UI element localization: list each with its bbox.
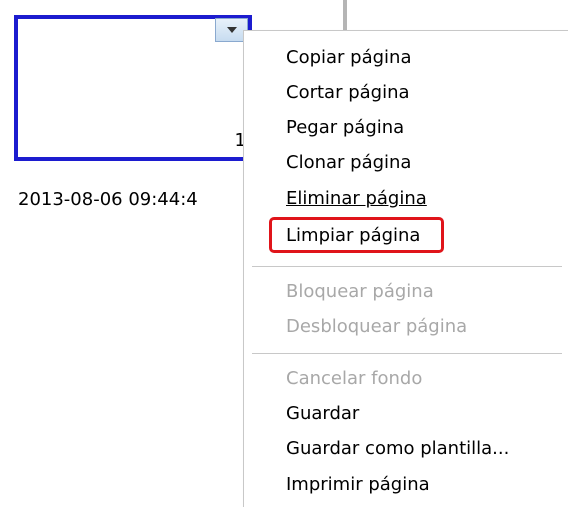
menu-item-cancel-background[interactable]: Cancelar fondo — [286, 368, 422, 390]
menu-item-paste-page[interactable]: Pegar página — [286, 117, 404, 139]
menu-item-lock-page[interactable]: Bloquear página — [286, 281, 434, 303]
highlight-box — [269, 217, 444, 253]
menu-item-print-page[interactable]: Imprimir página — [286, 474, 430, 496]
menu-item-cut-page[interactable]: Cortar página — [286, 82, 410, 104]
menu-separator — [252, 266, 562, 267]
chevron-down-icon — [227, 27, 237, 33]
menu-item-save-as-template[interactable]: Guardar como plantilla... — [286, 438, 509, 460]
menu-item-delete-page[interactable]: Eliminar página — [286, 188, 427, 210]
menu-separator — [252, 353, 562, 354]
page-timestamp: 2013-08-06 09:44:4 — [18, 189, 198, 210]
menu-item-unlock-page[interactable]: Desbloquear página — [286, 316, 467, 338]
context-menu: Copiar página Cortar página Pegar página… — [243, 30, 568, 507]
menu-item-copy-page[interactable]: Copiar página — [286, 47, 411, 69]
menu-item-save[interactable]: Guardar — [286, 403, 359, 425]
menu-item-clone-page[interactable]: Clonar página — [286, 152, 411, 174]
